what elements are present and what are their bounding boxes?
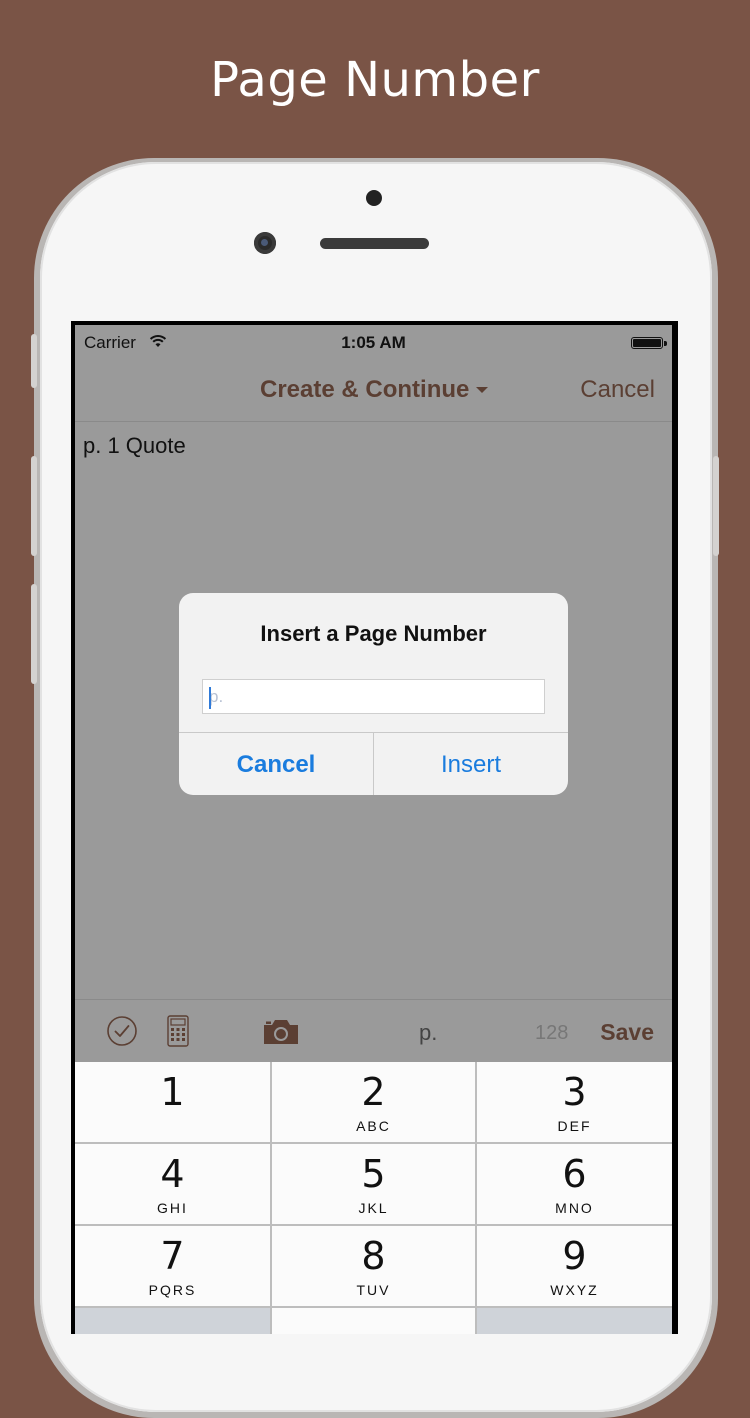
key-blank [75, 1308, 270, 1334]
key-letters: WXYZ [550, 1282, 599, 1298]
checkmark-circle-icon[interactable] [107, 1016, 137, 1046]
navigation-bar: Create & Continue Cancel [75, 359, 672, 422]
insert-page-number-alert: Insert a Page Number Cancel Insert [179, 593, 568, 795]
alert-title: Insert a Page Number [260, 621, 487, 646]
key-letters: MNO [555, 1200, 594, 1216]
earpiece-speaker [320, 238, 429, 249]
page-headline: Page Number [210, 52, 540, 108]
key-7[interactable]: 7 PQRS [75, 1226, 270, 1306]
phone-power-button [713, 456, 719, 556]
alert-cancel-button[interactable]: Cancel [179, 732, 373, 795]
key-number: 1 [160, 1070, 185, 1114]
key-4[interactable]: 4 GHI [75, 1144, 270, 1224]
page-prefix-button[interactable]: p. [419, 1020, 437, 1046]
key-6[interactable]: 6 MNO [477, 1144, 672, 1224]
key-0[interactable] [272, 1308, 475, 1334]
key-number: 6 [562, 1152, 587, 1196]
key-number: 8 [361, 1234, 386, 1278]
camera-icon[interactable] [262, 1018, 300, 1046]
status-bar: Carrier 1:05 AM [75, 325, 672, 359]
front-sensor [366, 190, 382, 206]
status-time: 1:05 AM [341, 333, 406, 352]
phone-volume-down [31, 584, 37, 684]
key-3[interactable]: 3 DEF [477, 1062, 672, 1142]
quote-text[interactable]: p. 1 Quote [83, 433, 186, 459]
key-5[interactable]: 5 JKL [272, 1144, 475, 1224]
key-2[interactable]: 2 ABC [272, 1062, 475, 1142]
key-letters: ABC [356, 1118, 391, 1134]
battery-icon [631, 337, 663, 349]
save-button[interactable]: Save [600, 1019, 654, 1046]
key-8[interactable]: 8 TUV [272, 1226, 475, 1306]
nav-cancel-button[interactable]: Cancel [580, 376, 655, 404]
phone-volume-up [31, 456, 37, 556]
alert-insert-button[interactable]: Insert [374, 732, 568, 795]
key-number: 2 [361, 1070, 386, 1114]
key-letters: PQRS [148, 1282, 197, 1298]
text-cursor [209, 687, 211, 709]
dropdown-caret-icon[interactable] [476, 387, 488, 393]
key-letters: GHI [157, 1200, 188, 1216]
phone-screen: Carrier 1:05 AM Create & Continue Cancel… [71, 321, 678, 1334]
create-continue-menu[interactable]: Create & Continue [260, 376, 469, 404]
key-letters: JKL [358, 1200, 389, 1216]
editor-toolbar: p. 128 Save [75, 999, 672, 1063]
battery-tip [664, 341, 667, 346]
key-number: 3 [562, 1070, 587, 1114]
number-keypad: 1 2 ABC 3 DEF 4 GHI 5 JKL 6 MNO 7 PQRS 8… [75, 1062, 672, 1334]
key-number: 9 [562, 1234, 587, 1278]
calculator-icon[interactable] [167, 1015, 189, 1047]
key-number: 5 [361, 1152, 386, 1196]
key-letters: TUV [356, 1282, 391, 1298]
front-camera [254, 232, 276, 254]
key-delete[interactable] [477, 1308, 672, 1334]
key-number: 4 [160, 1152, 185, 1196]
phone-mute-switch [31, 334, 37, 388]
key-9[interactable]: 9 WXYZ [477, 1226, 672, 1306]
key-1[interactable]: 1 [75, 1062, 270, 1142]
page-number-input[interactable] [202, 679, 545, 714]
app-screen: Carrier 1:05 AM Create & Continue Cancel… [75, 325, 672, 1334]
key-letters: DEF [557, 1118, 592, 1134]
character-count: 128 [535, 1022, 569, 1044]
key-number: 7 [160, 1234, 185, 1278]
